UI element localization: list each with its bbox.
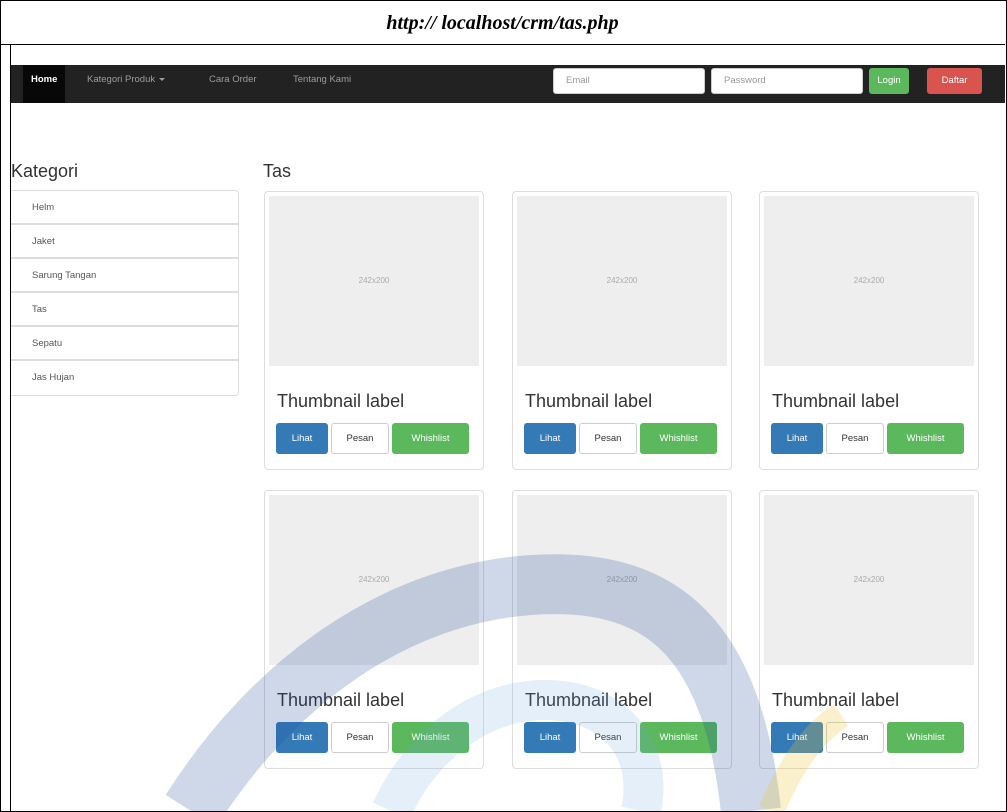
product-card: 242x200 Thumbnail label Lihat Pesan Whis… [512,490,732,769]
daftar-button[interactable]: Daftar [927,68,982,94]
sidebar-item-jaket[interactable]: Jaket [11,225,238,259]
product-image: 242x200 [764,495,974,665]
wishlist-button[interactable]: Whishlist [887,722,964,753]
pesan-button[interactable]: Pesan [331,423,389,454]
product-image: 242x200 [269,495,479,665]
wishlist-button[interactable]: Whishlist [392,722,469,753]
lihat-button[interactable]: Lihat [771,722,823,753]
product-label: Thumbnail label [772,690,900,710]
sidebar-title: Kategori [11,161,79,181]
wishlist-button[interactable]: Whishlist [392,423,469,454]
password-input[interactable]: Password [711,68,863,94]
sidebar-item-sepatu[interactable]: Sepatu [11,327,238,361]
wishlist-button[interactable]: Whishlist [640,423,717,454]
sidebar-item-helm[interactable]: Helm [11,191,238,225]
product-card: 242x200 Thumbnail label Lihat Pesan Whis… [759,490,979,769]
email-input[interactable]: Email [553,68,705,94]
product-image: 242x200 [269,196,479,366]
sidebar-item-tas[interactable]: Tas [11,293,238,327]
product-card: 242x200 Thumbnail label Lihat Pesan Whis… [759,191,979,470]
pesan-button[interactable]: Pesan [331,722,389,753]
product-image: 242x200 [517,196,727,366]
lihat-button[interactable]: Lihat [276,423,328,454]
nav-cara-order[interactable]: Cara Order [209,65,257,103]
wishlist-button[interactable]: Whishlist [887,423,964,454]
product-label: Thumbnail label [525,690,653,710]
product-image: 242x200 [517,495,727,665]
lihat-button[interactable]: Lihat [276,722,328,753]
product-card: 242x200 Thumbnail label Lihat Pesan Whis… [264,490,484,769]
url-caption: http:// localhost/crm/tas.php [386,12,619,34]
product-label: Thumbnail label [277,391,405,411]
lihat-button[interactable]: Lihat [524,423,576,454]
login-button[interactable]: Login [869,68,909,94]
wishlist-button[interactable]: Whishlist [640,722,717,753]
pesan-button[interactable]: Pesan [826,722,884,753]
product-label: Thumbnail label [277,690,405,710]
product-label: Thumbnail label [772,391,900,411]
product-card: 242x200 Thumbnail label Lihat Pesan Whis… [512,191,732,470]
caption-row: http:// localhost/crm/tas.php [0,0,1005,45]
browser-screenshot: Home Kategori Produk Cara Order Tentang … [11,65,1005,811]
nav-home[interactable]: Home [23,65,66,103]
lihat-button[interactable]: Lihat [771,423,823,454]
lihat-button[interactable]: Lihat [524,722,576,753]
product-label: Thumbnail label [525,391,653,411]
pesan-button[interactable]: Pesan [579,423,637,454]
caret-down-icon [159,77,166,81]
nav-kategori-label: Kategori Produk [87,74,156,85]
pesan-button[interactable]: Pesan [826,423,884,454]
nav-tentang-kami[interactable]: Tentang Kami [293,65,351,103]
pesan-button[interactable]: Pesan [579,722,637,753]
nav-kategori-produk[interactable]: Kategori Produk [87,65,166,103]
page-title: Tas [263,161,292,181]
product-image: 242x200 [764,196,974,366]
category-list: Helm Jaket Sarung Tangan Tas Sepatu Jas … [11,190,239,396]
top-navbar: Home Kategori Produk Cara Order Tentang … [11,65,1005,103]
sidebar-item-sarung-tangan[interactable]: Sarung Tangan [11,259,238,293]
product-card: 242x200 Thumbnail label Lihat Pesan Whis… [264,191,484,470]
sidebar-item-jas-hujan[interactable]: Jas Hujan [11,361,238,395]
